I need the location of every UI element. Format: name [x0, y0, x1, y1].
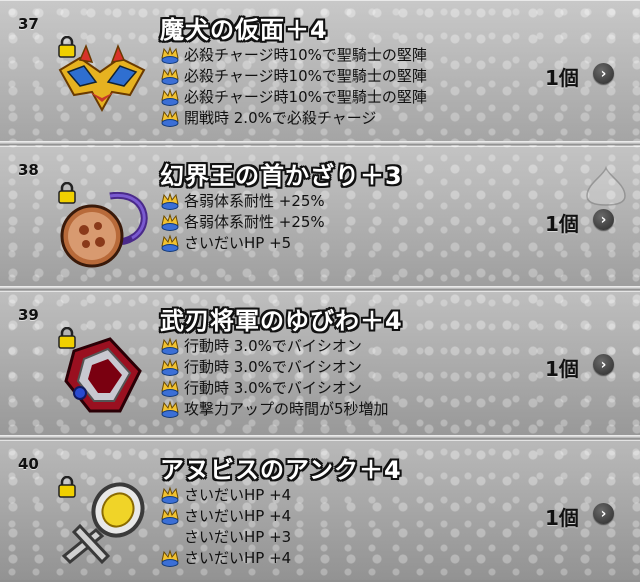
effect-row: さいだいHP +5: [160, 232, 325, 253]
item-number: 37: [18, 15, 39, 33]
crown-icon: [160, 506, 180, 525]
item-name: 幻界王の首かざり＋3: [160, 162, 403, 190]
lock-icon[interactable]: [58, 35, 76, 58]
chevron-right-icon[interactable]: ›: [593, 503, 614, 524]
crown-icon: [160, 378, 180, 397]
effect-text: 開戦時 2.0%で必殺チャージ: [184, 109, 377, 127]
effect-text: さいだいHP +5: [184, 234, 292, 252]
effect-row: 必殺チャージ時10%で聖騎士の堅陣: [160, 44, 427, 65]
effect-row: 必殺チャージ時10%で聖騎士の堅陣: [160, 65, 427, 86]
item-number: 40: [18, 455, 39, 473]
lock-icon[interactable]: [58, 181, 76, 204]
effect-text: 攻撃力アップの時間が5秒増加: [184, 400, 389, 418]
chevron-right-icon[interactable]: ›: [593, 209, 614, 230]
item-quantity: 1個: [545, 506, 579, 530]
effect-text: 各弱体系耐性 +25%: [184, 192, 325, 210]
item-name: アヌビスのアンク＋4: [160, 456, 402, 484]
row-divider: [0, 435, 640, 439]
effect-row: 必殺チャージ時10%で聖騎士の堅陣: [160, 86, 427, 107]
crown-icon: [160, 357, 180, 376]
effect-list: 必殺チャージ時10%で聖騎士の堅陣 必殺チャージ時10%で聖騎士の堅陣 必殺チャ…: [160, 44, 427, 128]
effect-list: 各弱体系耐性 +25% 各弱体系耐性 +25% さいだいHP +5: [160, 190, 325, 253]
effect-row: さいだいHP +4: [160, 547, 291, 568]
effect-row: 攻撃力アップの時間が5秒増加: [160, 398, 389, 419]
list-item[interactable]: 40 アヌビスのアンク＋4 さいだいHP +4 さいだいHP +4 さいだいHP…: [0, 440, 640, 582]
effect-text: さいだいHP +4: [184, 486, 292, 504]
item-quantity: 1個: [545, 357, 579, 381]
chevron-right-icon[interactable]: ›: [593, 63, 614, 84]
effect-text: 行動時 3.0%でバイシオン: [184, 337, 362, 355]
effect-text: 必殺チャージ時10%で聖騎士の堅陣: [184, 46, 427, 64]
effect-row: 各弱体系耐性 +25%: [160, 211, 325, 232]
effect-text: さいだいHP +4: [184, 549, 292, 567]
effect-text: 必殺チャージ時10%で聖騎士の堅陣: [184, 67, 427, 85]
crown-icon: [160, 548, 180, 567]
crown-icon: [160, 191, 180, 210]
item-quantity: 1個: [545, 66, 579, 90]
item-quantity: 1個: [545, 212, 579, 236]
effect-row: さいだいHP +3: [160, 526, 291, 547]
effect-row: 行動時 3.0%でバイシオン: [160, 377, 389, 398]
crown-icon: [160, 233, 180, 252]
effect-text: さいだいHP +3: [184, 528, 292, 546]
effect-text: さいだいHP +4: [184, 507, 292, 525]
effect-row: さいだいHP +4: [160, 484, 291, 505]
effect-text: 行動時 3.0%でバイシオン: [184, 358, 362, 376]
item-name: 魔犬の仮面＋4: [160, 16, 328, 44]
effect-list: さいだいHP +4 さいだいHP +4 さいだいHP +3 さいだいHP +4: [160, 484, 291, 568]
effect-row: 行動時 3.0%でバイシオン: [160, 356, 389, 377]
list-item[interactable]: 39 武刃将軍のゆびわ＋4 行動時 3.0%でバイシオン 行動時 3.0%でバイ…: [0, 291, 640, 437]
crown-icon: [160, 336, 180, 355]
chevron-right-icon[interactable]: ›: [593, 354, 614, 375]
lock-icon[interactable]: [58, 475, 76, 498]
effect-row: 各弱体系耐性 +25%: [160, 190, 325, 211]
crown-icon: [160, 45, 180, 64]
item-number: 38: [18, 161, 39, 179]
effect-row: 行動時 3.0%でバイシオン: [160, 335, 389, 356]
list-item[interactable]: 37 魔犬の仮面＋4 必殺チャージ時10%で聖騎士の堅陣 必殺チャージ時10%で…: [0, 0, 640, 143]
item-name: 武刃将軍のゆびわ＋4: [160, 307, 403, 335]
crown-icon: [160, 399, 180, 418]
item-number: 39: [18, 306, 39, 324]
row-divider: [0, 141, 640, 145]
lock-icon[interactable]: [58, 326, 76, 349]
effect-text: 行動時 3.0%でバイシオン: [184, 379, 362, 397]
effect-row: 開戦時 2.0%で必殺チャージ: [160, 107, 427, 128]
crown-icon: [160, 212, 180, 231]
effect-list: 行動時 3.0%でバイシオン 行動時 3.0%でバイシオン 行動時 3.0%でバ…: [160, 335, 389, 419]
crown-icon: [160, 108, 180, 127]
accessory-list: 37 魔犬の仮面＋4 必殺チャージ時10%で聖騎士の堅陣 必殺チャージ時10%で…: [0, 0, 640, 582]
effect-text: 必殺チャージ時10%で聖騎士の堅陣: [184, 88, 427, 106]
effect-text: 各弱体系耐性 +25%: [184, 213, 325, 231]
row-divider: [0, 286, 640, 290]
crown-icon: [160, 66, 180, 85]
list-item[interactable]: 38 幻界王の首かざり＋3 各弱体系耐性 +25% 各弱体系耐性 +25% さい…: [0, 146, 640, 288]
crown-icon: [160, 87, 180, 106]
effect-row: さいだいHP +4: [160, 505, 291, 526]
crown-icon: [160, 485, 180, 504]
slime-watermark-icon: [585, 165, 627, 206]
